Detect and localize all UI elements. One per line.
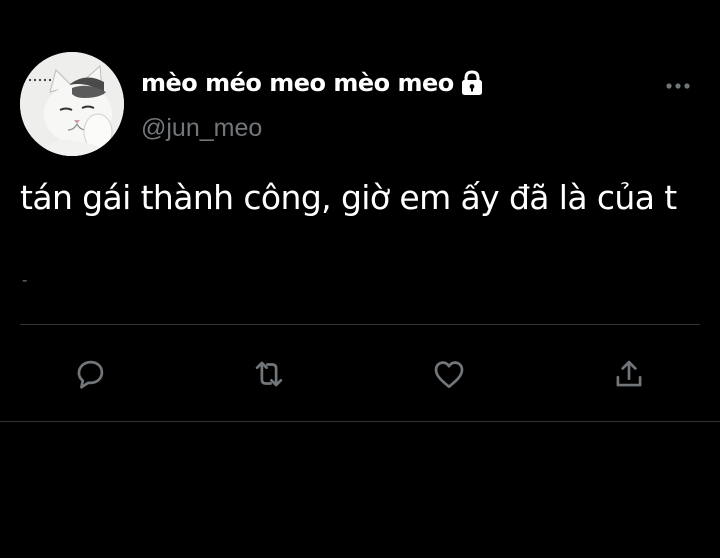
reply-bubble-icon <box>77 360 104 389</box>
author-display-name[interactable]: mèo méo meo mèo meo <box>141 69 454 97</box>
author-name-row[interactable]: mèo méo meo mèo meo <box>141 66 484 100</box>
cat-avatar-image <box>20 52 124 156</box>
share-button[interactable] <box>609 354 649 394</box>
divider <box>0 421 720 422</box>
retweet-icon <box>255 361 283 387</box>
heart-icon <box>434 361 464 389</box>
lock-icon <box>460 70 484 96</box>
author-handle[interactable]: @jun_meo <box>141 114 262 143</box>
divider <box>20 324 700 325</box>
avatar[interactable] <box>20 52 124 156</box>
reply-button[interactable] <box>70 354 110 394</box>
tweet-text: tán gái thành công, giờ em ấy đã là của … <box>20 178 677 217</box>
retweet-button[interactable] <box>249 354 289 394</box>
tweet-meta: - <box>22 272 28 289</box>
like-button[interactable] <box>429 354 469 394</box>
share-upload-icon <box>616 360 642 387</box>
more-horizontal-icon[interactable] <box>664 78 692 94</box>
